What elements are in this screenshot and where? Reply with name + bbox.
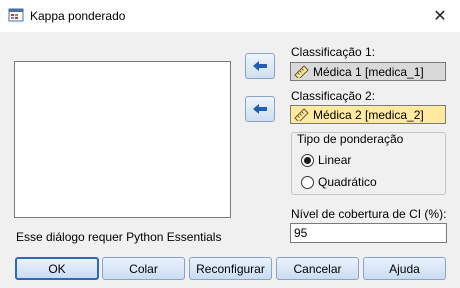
cancel-button[interactable]: Cancelar [276,257,359,280]
move-to-rating2-button[interactable] [245,96,275,122]
rating2-value: Médica 2 [medica_2] [313,107,424,122]
arrow-left-icon [253,61,267,71]
source-variable-list[interactable] [14,61,231,218]
rating2-field[interactable]: Médica 2 [medica_2] [290,105,446,124]
arrow-left-icon [253,104,267,114]
ok-button[interactable]: OK [15,257,99,280]
rating1-value: Médica 1 [medica_1] [313,64,424,79]
ci-level-label: Nível de cobertura de CI (%): [291,207,447,221]
rating2-label: Classificação 2: [291,89,376,103]
title-bar: Kappa ponderado ✕ [0,0,460,32]
window-title: Kappa ponderado [30,9,126,23]
radio-linear-label: Linear [318,153,352,167]
rating1-label: Classificação 1: [291,45,376,59]
radio-quadratic[interactable]: Quadrático [301,175,377,189]
reset-button[interactable]: Reconfigurar [189,257,272,280]
python-requirement-note: Esse diálogo requer Python Essentials [16,230,222,244]
radio-button[interactable] [301,175,314,189]
help-button[interactable]: Ajuda [363,257,446,280]
radio-button[interactable] [301,153,314,167]
app-icon [8,8,24,22]
move-to-rating1-button[interactable] [245,53,275,79]
ruler-icon [294,108,309,121]
rating1-field[interactable]: Médica 1 [medica_1] [290,62,446,81]
weighting-legend: Tipo de ponderação [295,132,406,146]
paste-button[interactable]: Colar [102,257,185,280]
close-icon[interactable]: ✕ [420,0,460,32]
radio-linear[interactable]: Linear [301,153,351,167]
ruler-icon [294,65,309,78]
radio-quadratic-label: Quadrático [318,175,377,189]
ci-level-input[interactable]: 95 [290,223,447,243]
